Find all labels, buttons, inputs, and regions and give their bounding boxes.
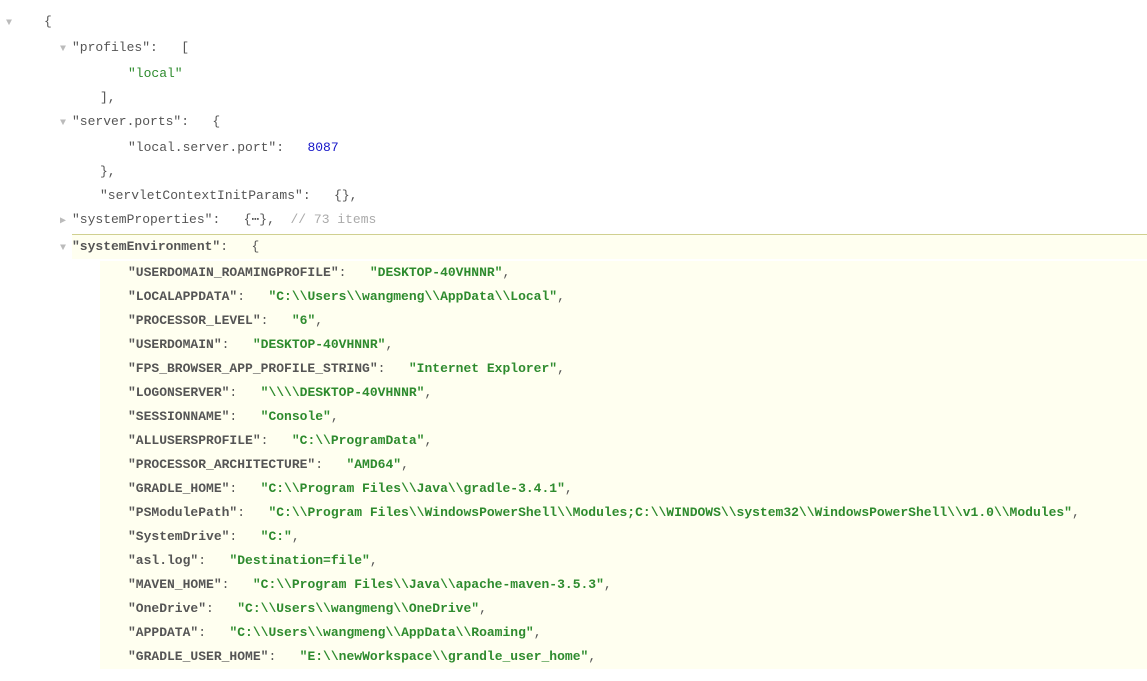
- json-key: "LOCALAPPDATA": [128, 289, 237, 304]
- json-key: "systemEnvironment": [72, 239, 220, 254]
- json-string: "E:\\newWorkspace\\grandle_user_home": [300, 649, 589, 664]
- json-string: "C:\\Program Files\\Java\\apache-maven-3…: [253, 577, 604, 592]
- json-string: "AMD64": [346, 457, 401, 472]
- toggle-icon[interactable]: ▼: [54, 237, 72, 261]
- json-key: "GRADLE_USER_HOME": [128, 649, 268, 664]
- json-string: "C:\\Users\\wangmeng\\OneDrive": [237, 601, 479, 616]
- json-string: "DESKTOP-40VHNNR": [253, 337, 386, 352]
- json-string: "C:\\Program Files\\Java\\gradle-3.4.1": [261, 481, 565, 496]
- toggle-icon[interactable]: ▼: [0, 12, 18, 36]
- json-key: "asl.log": [128, 553, 198, 568]
- json-key: "SESSIONNAME": [128, 409, 229, 424]
- json-string: "C:\\ProgramData": [292, 433, 425, 448]
- json-key: "PROCESSOR_LEVEL": [128, 313, 261, 328]
- json-key: "GRADLE_HOME": [128, 481, 229, 496]
- json-key: "LOGONSERVER": [128, 385, 229, 400]
- json-string: "6": [292, 313, 315, 328]
- json-string: "\\\\DESKTOP-40VHNNR": [261, 385, 425, 400]
- json-key: "PSModulePath": [128, 505, 237, 520]
- json-key: "USERDOMAIN": [128, 337, 222, 352]
- json-string: "Destination=file": [229, 553, 369, 568]
- json-string: "DESKTOP-40VHNNR": [370, 265, 503, 280]
- json-string: "C:\\Program Files\\WindowsPowerShell\\M…: [268, 505, 1072, 520]
- json-key: "SystemDrive": [128, 529, 229, 544]
- json-string: "Console": [261, 409, 331, 424]
- json-key: "ALLUSERSPROFILE": [128, 433, 261, 448]
- json-key: "MAVEN_HOME": [128, 577, 222, 592]
- json-key: "PROCESSOR_ARCHITECTURE": [128, 457, 315, 472]
- json-key: "FPS_BROWSER_APP_PROFILE_STRING": [128, 361, 378, 376]
- json-number: 8087: [307, 140, 338, 155]
- toggle-icon[interactable]: ▼: [54, 112, 72, 136]
- brace-open: {: [44, 14, 52, 29]
- json-key: "servletContextInitParams": [100, 188, 303, 203]
- json-string: "C:\\Users\\wangmeng\\AppData\\Roaming": [229, 625, 533, 640]
- json-string: "local": [128, 66, 183, 81]
- json-string: "C:": [261, 529, 292, 544]
- toggle-icon[interactable]: ▶: [54, 210, 72, 234]
- json-key: "OneDrive": [128, 601, 206, 616]
- json-key: "systemProperties": [72, 212, 212, 227]
- json-key: "USERDOMAIN_ROAMINGPROFILE": [128, 265, 339, 280]
- json-string: "Internet Explorer": [409, 361, 557, 376]
- toggle-icon[interactable]: ▼: [54, 38, 72, 62]
- json-key: "server.ports": [72, 114, 181, 129]
- json-key: "profiles": [72, 40, 150, 55]
- json-comment: // 73 items: [291, 212, 377, 227]
- json-key: "APPDATA": [128, 625, 198, 640]
- json-string: "C:\\Users\\wangmeng\\AppData\\Local": [268, 289, 557, 304]
- json-key: "local.server.port": [128, 140, 276, 155]
